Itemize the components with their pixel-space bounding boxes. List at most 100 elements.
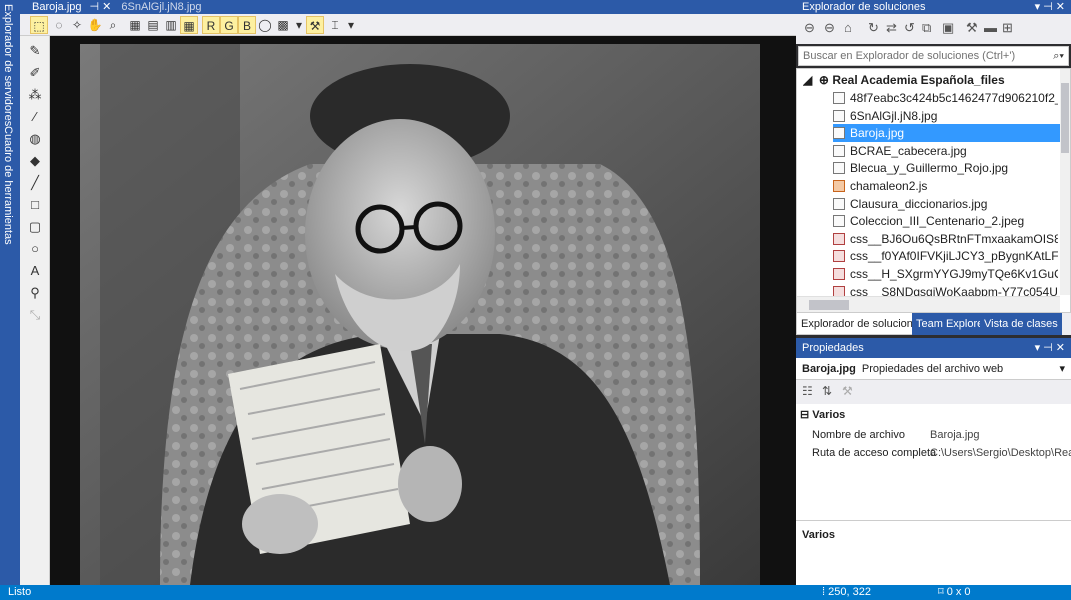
green-channel-icon[interactable]: G <box>220 16 238 34</box>
grid-icon[interactable]: ▦ <box>126 16 144 34</box>
lasso-select-icon[interactable]: ◌ <box>50 16 68 34</box>
pixel-grid-icon[interactable]: ▦ <box>180 16 198 34</box>
editor-tab-bar: Baroja.jpg ⊣ ✕ 6SnAlGjl.jN8.jpg <box>20 0 796 14</box>
status-bar: Listo ⁞ 250, 322 ⌑ 0 x 0 <box>0 585 1071 600</box>
cursor-coordinates: ⁞ 250, 322 <box>822 586 871 598</box>
red-channel-icon[interactable]: R <box>202 16 220 34</box>
ellipse-icon[interactable]: ○ <box>26 240 44 258</box>
zoom-tool-icon[interactable]: ⚲ <box>26 284 44 302</box>
search-icon[interactable]: ⌕▾ <box>1053 47 1064 65</box>
line-icon[interactable]: ╱ <box>26 174 44 192</box>
toolbox-tab[interactable]: Cuadro de herramientas <box>2 126 14 245</box>
collapse-all-icon[interactable]: ⧉ <box>922 20 931 36</box>
panel-controls-icon[interactable]: ▾ ⊣ ✕ <box>1035 0 1065 14</box>
property-key: Nombre de archivo <box>812 429 905 441</box>
tree-file-item[interactable]: Blecua_y_Guillermo_Rojo.jpg <box>833 159 1058 177</box>
properties-grid: ⊟ Varios Nombre de archivo Baroja.jpg Ru… <box>796 404 1071 520</box>
document-tab-label: Baroja.jpg <box>32 1 82 13</box>
tree-file-label: 6SnAlGjl.jN8.jpg <box>850 108 938 123</box>
property-value: Baroja.jpg <box>930 429 980 441</box>
search-placeholder: Buscar en Explorador de soluciones (Ctrl… <box>803 50 1016 62</box>
tab-pin-close-icon[interactable]: ⊣ ✕ <box>90 1 112 13</box>
photo-image <box>80 44 760 585</box>
rectangle-icon[interactable]: □ <box>26 196 44 214</box>
tree-scroll-thumb[interactable] <box>1061 83 1069 153</box>
image-props-icon[interactable]: ▤ <box>144 16 162 34</box>
js-file-icon <box>833 180 845 192</box>
image-file-icon <box>833 162 845 175</box>
blue-channel-icon[interactable]: B <box>238 16 256 34</box>
image-file-icon <box>833 127 845 140</box>
show-all-files-icon[interactable]: ▣ <box>942 20 954 36</box>
image-editor-toolbar: ⬚ ◌ ✧ ✋ ⌕ ▦ ▤ ▥ ▦ R G B ◯ ▩ ▾ ⚒ ⌶ ▾ <box>20 14 796 36</box>
home-icon[interactable]: ⌂ <box>844 20 852 35</box>
tab-class-view[interactable]: Vista de clases <box>980 313 1062 335</box>
tree-file-label: BCRAE_cabecera.jpg <box>850 143 967 158</box>
tree-file-item[interactable]: Baroja.jpg <box>833 124 1060 143</box>
alphabetical-icon[interactable]: ⇅ <box>822 384 832 398</box>
image-file-icon <box>833 144 845 157</box>
refresh-icon[interactable]: ↺ <box>904 20 915 36</box>
pan-hand-icon[interactable]: ✋ <box>86 16 104 34</box>
tree-root-folder[interactable]: ◢ ⊕ Real Academia Española_files <box>803 71 1063 89</box>
tree-vertical-scrollbar[interactable] <box>1060 69 1070 295</box>
solution-search-input[interactable]: Buscar en Explorador de soluciones (Ctrl… <box>798 46 1069 66</box>
size-value: 0 x 0 <box>946 586 971 598</box>
tree-file-item[interactable]: 48f7eabc3c424b5c1462477d906210f2_normal.… <box>833 89 1058 107</box>
fill-bucket-icon[interactable]: ◍ <box>26 130 44 148</box>
preview-icon[interactable]: ▬ <box>984 20 997 35</box>
properties-controls-icon[interactable]: ▾ ⊣ ✕ <box>1035 338 1065 358</box>
categorized-icon[interactable]: ☷ <box>802 384 813 398</box>
web-globe-icon: ⊕ <box>818 73 829 87</box>
properties-icon[interactable]: ⚒ <box>966 20 978 36</box>
rect-select-icon[interactable]: ⬚ <box>30 16 48 34</box>
tree-file-item[interactable]: chamaleon2.js <box>833 177 1058 195</box>
tree-file-item[interactable]: BCRAE_cabecera.jpg <box>833 142 1058 160</box>
properties-wrench-icon[interactable]: ⚒ <box>306 16 324 34</box>
tree-file-label: chamaleon2.js <box>850 179 928 193</box>
document-tab[interactable]: Baroja.jpg ⊣ ✕ 6SnAlGjl.jN8.jpg <box>32 0 202 14</box>
history-icon[interactable]: ↻ <box>868 20 879 36</box>
back-icon[interactable]: ⊖ <box>804 20 815 36</box>
tree-file-item[interactable]: css__H_SXgrmYYGJ9myTQe6Kv1GuOabBORg3Q0 <box>833 265 1058 283</box>
rounded-rectangle-icon[interactable]: ▢ <box>26 218 44 236</box>
property-row[interactable]: Nombre de archivo Baroja.jpg <box>812 426 1071 444</box>
image-canvas[interactable] <box>50 36 796 585</box>
brush-icon[interactable]: ✐ <box>26 64 44 82</box>
tree-file-item[interactable]: css__BJ6Ou6QsBRtnFTmxaakamOIS8n4QswDP2Xr <box>833 230 1058 248</box>
property-pages-icon[interactable]: ⚒ <box>842 384 853 398</box>
other-document-tab[interactable]: 6SnAlGjl.jN8.jpg <box>121 1 201 13</box>
image-file-icon <box>833 215 845 228</box>
properties-object-selector[interactable]: Baroja.jpg Propiedades del archivo web ▾ <box>796 358 1071 380</box>
property-row[interactable]: Ruta de acceso completa C:\Users\Sergio\… <box>812 444 1071 462</box>
description-title: Varios <box>802 529 836 541</box>
solution-tree[interactable]: ◢ ⊕ Real Academia Española_files 48f7eab… <box>796 68 1071 313</box>
magic-wand-icon[interactable]: ✧ <box>68 16 86 34</box>
selection-size: ⌑ 0 x 0 <box>938 586 971 598</box>
eyedropper-icon[interactable]: ⁄ <box>26 108 44 126</box>
airbrush-icon[interactable]: ⁂ <box>26 86 44 104</box>
expand-arrow-icon[interactable]: ◢ <box>803 73 812 87</box>
image-layout-icon[interactable]: ▥ <box>162 16 180 34</box>
select-cursor-icon[interactable]: ⤡ <box>26 306 44 324</box>
sync-icon[interactable]: ⇄ <box>886 20 897 36</box>
tree-file-item[interactable]: 6SnAlGjl.jN8.jpg <box>833 107 1058 125</box>
eraser-icon[interactable]: ◆ <box>26 152 44 170</box>
tree-file-item[interactable]: Clausura_diccionarios.jpg <box>833 195 1058 213</box>
tab-solution-explorer[interactable]: Explorador de soluciones <box>796 313 930 335</box>
chevron-down-icon[interactable]: ▾ <box>1059 358 1065 380</box>
tree-horizontal-scrollbar[interactable] <box>797 296 1060 312</box>
forward-icon[interactable]: ⊖ <box>824 20 835 36</box>
class-diagram-icon[interactable]: ⊞ <box>1002 20 1013 36</box>
server-explorer-tab[interactable]: Explorador de servidores <box>2 4 14 126</box>
text-tool-icon[interactable]: A <box>26 262 44 280</box>
pencil-icon[interactable]: ✎ <box>26 42 44 60</box>
alpha-channel-icon[interactable]: ◯ <box>256 16 274 34</box>
solution-explorer-title: Explorador de soluciones ▾ ⊣ ✕ <box>796 0 1071 14</box>
text-tools-dropdown-icon[interactable]: ▾ <box>342 16 360 34</box>
tree-file-item[interactable]: Coleccion_III_Centenario_2.jpeg <box>833 212 1058 230</box>
zoom-icon[interactable]: ⌕ <box>104 16 122 34</box>
tree-file-item[interactable]: css__f0YAf0IFVKjiLJCY3_pBygnKAtLF7vYvkYf… <box>833 247 1058 265</box>
tree-hscroll-thumb[interactable] <box>809 300 849 310</box>
category-header[interactable]: ⊟ Varios <box>800 408 845 421</box>
